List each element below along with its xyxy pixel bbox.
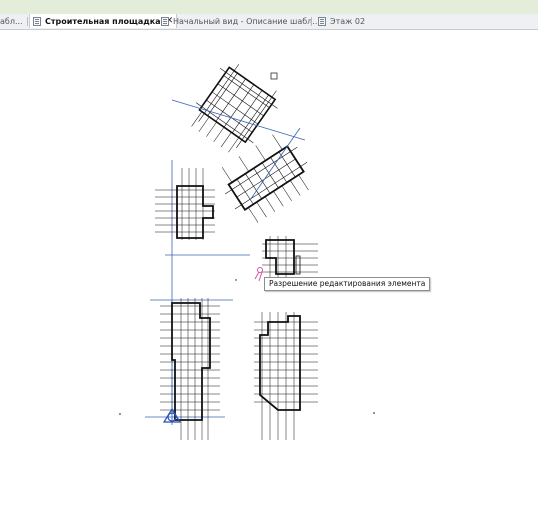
- site-grid-lines: [145, 160, 250, 425]
- building-middle-right: [262, 236, 318, 278]
- edit-permission-tooltip: Разрешение редактирования элемента: [264, 277, 431, 291]
- tab-site-plan[interactable]: Строительная площадка ✕: [29, 14, 178, 28]
- tab-separator: [311, 17, 312, 26]
- building-middle-rotated: [221, 134, 309, 223]
- tab-label: Этаж 02: [330, 17, 366, 26]
- pin-icon: [254, 267, 263, 282]
- document-icon: [33, 16, 41, 26]
- tab-previous-template[interactable]: абл...: [0, 15, 23, 28]
- tab-label: Строительная площадка: [45, 16, 161, 26]
- document-icon: [318, 17, 326, 26]
- tab-start-view[interactable]: Начальный вид - Описание шабл...: [161, 15, 320, 28]
- view-tab-bar: абл... Строительная площадка ✕ Начальный…: [0, 14, 538, 30]
- tab-level-02[interactable]: Этаж 02: [318, 15, 365, 28]
- document-icon: [161, 17, 169, 26]
- tab-label: Начальный вид - Описание шабл...: [173, 17, 320, 26]
- drawing-canvas[interactable]: [0, 30, 538, 512]
- building-top-rotated: [191, 64, 278, 153]
- tab-label: абл...: [0, 17, 23, 26]
- site-plan-drawing: [119, 64, 375, 440]
- building-upper-left: [155, 168, 215, 240]
- annotation-marks: [119, 72, 375, 415]
- tab-separator: [27, 17, 28, 26]
- title-strip: [0, 0, 538, 15]
- building-lower-right: [254, 312, 318, 440]
